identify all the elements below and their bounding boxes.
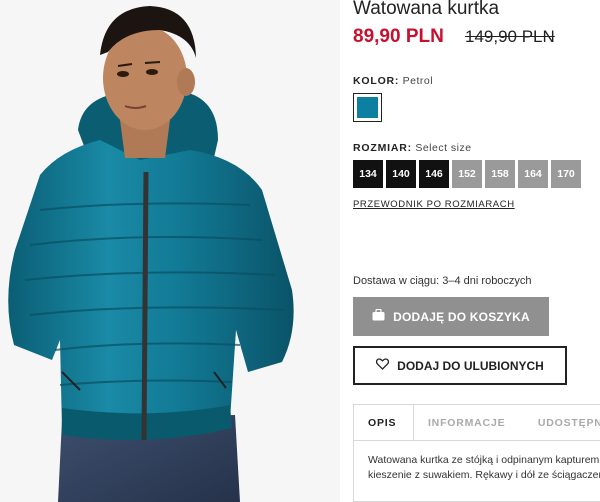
size-label: ROZMIAR: [353,142,412,154]
product-title: Watowana kurtka [353,0,500,19]
color-value: Petrol [402,75,434,87]
color-label-row: KOLOR: Petrol [353,75,433,87]
product-details: Watowana kurtka 89,90 PLN 149,90 PLN KOL… [353,0,600,502]
size-option[interactable]: 152 [452,160,482,188]
color-swatch-petrol[interactable] [353,93,382,122]
heart-icon [376,358,390,373]
tab-informacje[interactable]: INFORMACJE [414,405,524,440]
size-value: Select size [415,142,472,154]
product-image[interactable] [0,0,340,502]
size-option[interactable]: 158 [485,160,515,188]
tab-opis[interactable]: OPIS [354,405,414,440]
delivery-info: Dostawa w ciągu: 3–4 dni roboczych [353,275,532,287]
add-to-favorites-button[interactable]: DODAJ DO ULUBIONYCH [353,346,567,385]
add-to-cart-label: DODAJĘ DO KOSZYKA [393,309,530,324]
color-label: KOLOR: [353,75,400,87]
add-to-cart-button[interactable]: DODAJĘ DO KOSZYKA [353,297,549,336]
product-description: Watowana kurtka ze stójką i odpinanym ka… [354,441,600,483]
swatch-fill [357,97,378,118]
size-guide-link[interactable]: PRZEWODNIK PO ROZMIARACH [353,199,515,210]
original-price: 149,90 PLN [465,27,555,46]
shopping-bag-icon [372,308,385,324]
size-option[interactable]: 170 [551,160,581,188]
product-info-tabs: OPIS INFORMACJE UDOSTĘPNIJ Watowana kurt… [353,404,600,502]
description-line: kieszenie z suwakiem. Rękawy i dół ze śc… [368,469,600,481]
tab-bar: OPIS INFORMACJE UDOSTĘPNIJ [354,405,600,441]
add-to-favorites-label: DODAJ DO ULUBIONYCH [397,358,544,373]
description-line: Watowana kurtka ze stójką i odpinanym ka… [368,454,600,466]
tab-udostepnij[interactable]: UDOSTĘPNIJ [524,405,600,440]
size-option[interactable]: 146 [419,160,449,188]
size-options: 134 140 146 152 158 164 170 [353,160,581,188]
size-option[interactable]: 134 [353,160,383,188]
size-label-row: ROZMIAR: Select size [353,142,472,154]
sale-price: 89,90 PLN [353,26,444,47]
size-option[interactable]: 140 [386,160,416,188]
size-option[interactable]: 164 [518,160,548,188]
